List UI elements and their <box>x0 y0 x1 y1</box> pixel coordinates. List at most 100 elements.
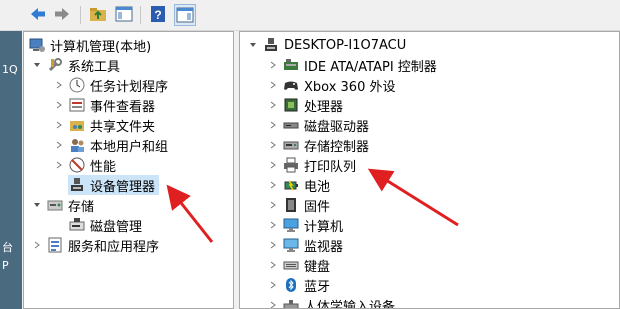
device-category[interactable]: 监视器 <box>268 235 343 255</box>
ide-controller-icon <box>282 56 300 74</box>
tree-item-performance[interactable]: 性能 <box>54 155 116 175</box>
tree-item-device-manager[interactable]: 设备管理器 <box>68 175 160 195</box>
chevron-right-icon[interactable] <box>268 235 278 255</box>
chevron-right-icon[interactable] <box>268 295 278 308</box>
tree-item-storage[interactable]: 存储 <box>32 195 94 215</box>
bluetooth-icon <box>282 276 300 294</box>
background-text: P <box>2 259 9 272</box>
help-icon: ? <box>151 6 165 22</box>
forward-button[interactable] <box>52 4 72 24</box>
tree-item-label: 共享文件夹 <box>90 119 156 135</box>
arrow-right-icon <box>55 8 69 20</box>
tree-item-label: 设备管理器 <box>90 179 156 195</box>
gamepad-icon <box>282 76 300 94</box>
arrow-left-icon <box>31 8 45 20</box>
tree-item-label: 服务和应用程序 <box>68 239 160 255</box>
device-category[interactable]: 键盘 <box>268 255 330 275</box>
chevron-right-icon[interactable] <box>54 75 64 95</box>
tree-item-label: 磁盘管理 <box>90 219 143 235</box>
device-category-label: 键盘 <box>304 259 331 275</box>
tree-item-disk-management[interactable]: 磁盘管理 <box>68 215 142 235</box>
tree-item-label: 性能 <box>90 159 117 175</box>
device-category[interactable]: IDE ATA/ATAPI 控制器 <box>268 55 437 75</box>
chevron-down-icon[interactable] <box>32 55 42 75</box>
action-pane-button[interactable] <box>174 4 196 26</box>
chevron-right-icon[interactable] <box>32 235 42 255</box>
chevron-right-icon[interactable] <box>268 195 278 215</box>
tree-item-computer-root[interactable]: DESKTOP-I1O7ACU <box>248 35 406 55</box>
background-text: 台 <box>2 241 13 254</box>
chevron-right-icon[interactable] <box>268 155 278 175</box>
chevron-right-icon[interactable] <box>268 255 278 275</box>
toolbar: ? <box>0 0 620 31</box>
tree-item-label: 任务计划程序 <box>90 79 169 95</box>
device-category-label: 监视器 <box>304 239 344 255</box>
tree-item-shared-folders[interactable]: 共享文件夹 <box>54 115 155 135</box>
tree-item-computer-management[interactable]: 计算机管理(本地) <box>28 35 151 55</box>
chevron-right-icon[interactable] <box>268 95 278 115</box>
device-category[interactable]: 打印队列 <box>268 155 356 175</box>
shared-folder-icon <box>68 116 86 134</box>
keyboard-icon <box>282 256 300 274</box>
chevron-right-icon[interactable] <box>268 75 278 95</box>
tree-item-label: 存储 <box>68 199 95 215</box>
device-category[interactable]: 计算机 <box>268 215 343 235</box>
svg-text:?: ? <box>154 8 161 22</box>
tree-item-event-viewer[interactable]: 事件查看器 <box>54 95 155 115</box>
processor-icon <box>282 96 300 114</box>
chevron-right-icon[interactable] <box>54 115 64 135</box>
chevron-right-icon[interactable] <box>268 275 278 295</box>
device-manager-icon <box>68 176 86 194</box>
device-category-label: 人体学输入设备 <box>304 299 396 309</box>
console-tree-pane[interactable]: 计算机管理(本地) 系统工具 任务计划程序 事件查看器 共享文件夹 本地用户和组… <box>23 31 234 309</box>
device-category[interactable]: 磁盘驱动器 <box>268 115 369 135</box>
tree-item-services-apps[interactable]: 服务和应用程序 <box>32 235 159 255</box>
chevron-right-icon[interactable] <box>268 175 278 195</box>
chevron-right-icon[interactable] <box>268 215 278 235</box>
tree-item-local-users-groups[interactable]: 本地用户和组 <box>54 135 168 155</box>
chevron-right-icon[interactable] <box>268 55 278 75</box>
device-category-label: Xbox 360 外设 <box>304 79 396 95</box>
desktop-background: 1Q 台 P <box>0 31 22 309</box>
hid-icon <box>282 296 300 308</box>
device-category[interactable]: 存储控制器 <box>268 135 369 155</box>
computer-management-icon <box>28 36 46 54</box>
device-category-label: IDE ATA/ATAPI 控制器 <box>304 59 437 75</box>
performance-icon <box>68 156 86 174</box>
device-category-label: 蓝牙 <box>304 279 331 295</box>
device-category[interactable]: 处理器 <box>268 95 343 115</box>
toolbar-separator <box>140 6 141 24</box>
device-tree-pane[interactable]: DESKTOP-I1O7ACU IDE ATA/ATAPI 控制器 Xbox 3… <box>239 31 620 309</box>
show-hide-console-tree-button[interactable] <box>114 4 134 24</box>
tree-item-system-tools[interactable]: 系统工具 <box>32 55 120 75</box>
device-category[interactable]: 人体学输入设备 <box>268 295 396 309</box>
event-viewer-icon <box>68 96 86 114</box>
chevron-right-icon[interactable] <box>54 155 64 175</box>
chevron-right-icon[interactable] <box>268 135 278 155</box>
help-button[interactable]: ? <box>148 4 168 24</box>
device-category[interactable]: 蓝牙 <box>268 275 330 295</box>
console-tree-icon <box>115 6 133 22</box>
storage-icon <box>46 196 64 214</box>
up-folder-button[interactable] <box>88 4 108 24</box>
device-category-label: 电池 <box>304 179 331 195</box>
disk-drive-icon <box>282 116 300 134</box>
disk-management-icon <box>68 216 86 234</box>
device-category-label: 磁盘驱动器 <box>304 119 370 135</box>
chevron-right-icon[interactable] <box>54 135 64 155</box>
chevron-down-icon[interactable] <box>32 195 42 215</box>
device-category[interactable]: 固件 <box>268 195 330 215</box>
chevron-right-icon[interactable] <box>54 95 64 115</box>
device-category[interactable]: 电池 <box>268 175 330 195</box>
device-category-label: 存储控制器 <box>304 139 370 155</box>
users-icon <box>68 136 86 154</box>
device-category[interactable]: Xbox 360 外设 <box>268 75 395 95</box>
tree-item-task-scheduler[interactable]: 任务计划程序 <box>54 75 168 95</box>
tree-item-label: 计算机管理(本地) <box>50 39 152 55</box>
chevron-right-icon[interactable] <box>268 115 278 135</box>
firmware-icon <box>282 196 300 214</box>
storage-controller-icon <box>282 136 300 154</box>
back-button[interactable] <box>28 4 48 24</box>
chevron-down-icon[interactable] <box>248 35 258 55</box>
device-category-label: 固件 <box>304 199 331 215</box>
